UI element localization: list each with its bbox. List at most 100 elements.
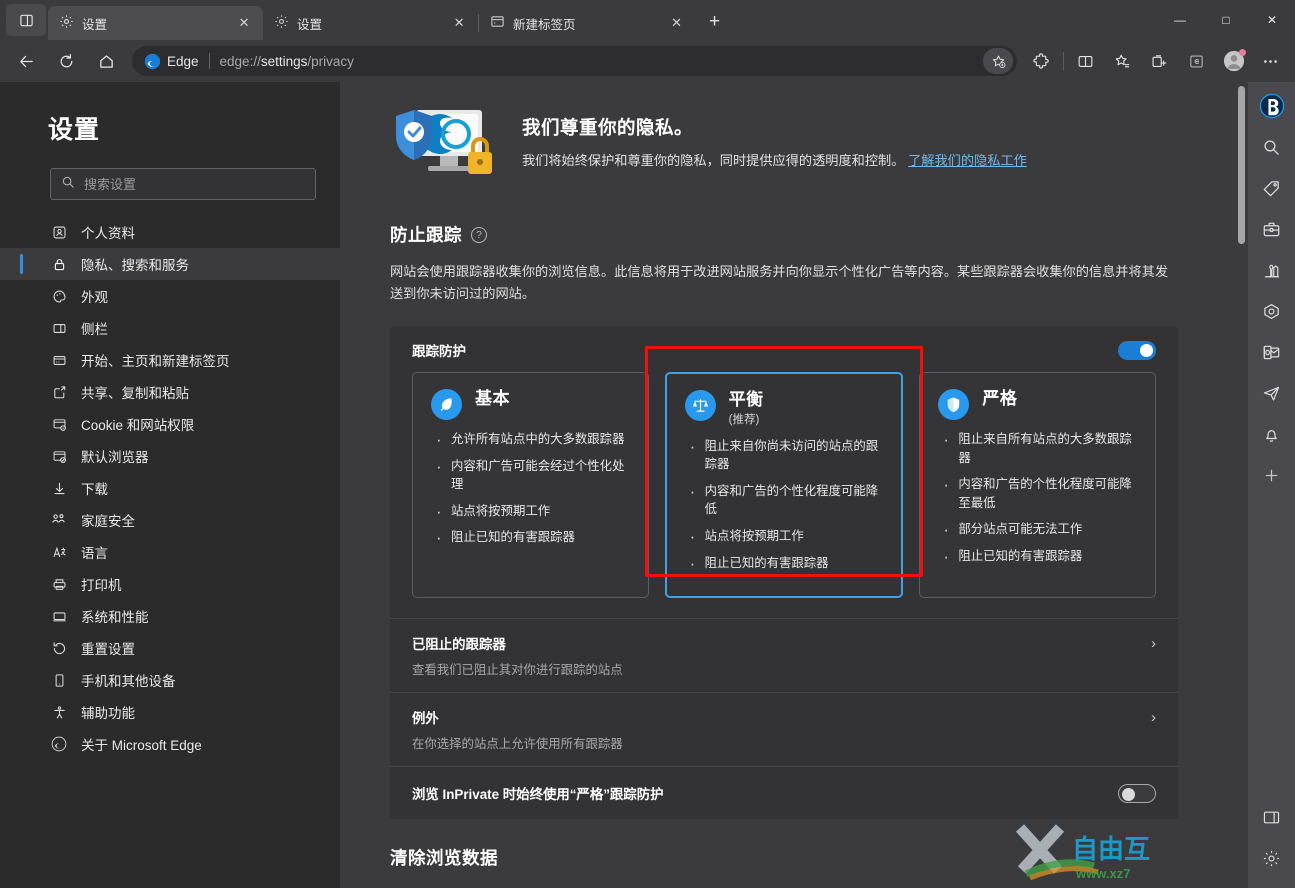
sidebar-item-printers[interactable]: 打印机	[0, 568, 340, 600]
split-screen-icon[interactable]	[1069, 45, 1102, 77]
url-text: edge://settings/privacy	[219, 53, 354, 69]
option-bullet: 阻止已知的有害跟踪器	[685, 551, 886, 576]
scrollbar-thumb[interactable]	[1238, 86, 1245, 244]
sidebar-item-system-performance[interactable]: 系统和性能	[0, 600, 340, 632]
games-icon[interactable]	[1254, 252, 1290, 288]
outlook-icon[interactable]	[1254, 334, 1290, 370]
tab-bar: 设置 ✕ 设置 ✕ 新建标签页 ✕ + — □ ✕	[0, 0, 1295, 40]
sidebar-item-label: 默认浏览器	[81, 450, 149, 465]
sidebar-item-share-copy-paste[interactable]: 共享、复制和粘贴	[0, 376, 340, 408]
sidebar-icon	[50, 319, 68, 337]
sidebar-item-languages[interactable]: 语言	[0, 536, 340, 568]
sidebar-item-cookies-site-permissions[interactable]: Cookie 和网站权限	[0, 408, 340, 440]
cookie-icon	[50, 415, 68, 433]
tracking-protection-toggle[interactable]	[1118, 340, 1156, 360]
sidebar-item-reset-settings[interactable]: 重置设置	[0, 632, 340, 664]
tools-icon[interactable]	[1254, 211, 1290, 247]
search-input[interactable]	[84, 176, 305, 192]
page-title: 设置	[48, 116, 101, 144]
feather-icon	[431, 389, 462, 421]
scales-icon	[684, 390, 716, 422]
back-button[interactable]	[9, 45, 43, 77]
shopping-tag-icon[interactable]	[1254, 170, 1290, 206]
sidebar-item-start-home-newtab[interactable]: 开始、主页和新建标签页	[0, 344, 340, 376]
tracking-prevention-title: 防止跟踪	[390, 225, 462, 245]
browser-essentials-icon[interactable]	[1180, 45, 1213, 77]
exceptions-row[interactable]: 例外 在你选择的站点上允许使用所有跟踪器 ›	[390, 692, 1178, 766]
refresh-button[interactable]	[49, 45, 83, 77]
tab-close-button[interactable]: ✕	[233, 12, 255, 34]
more-options-icon[interactable]	[1254, 45, 1287, 77]
lock-icon	[50, 255, 68, 273]
content-scrollbar[interactable]	[1234, 82, 1248, 888]
tracking-option-basic[interactable]: 基本 允许所有站点中的大多数跟踪器 内容和广告可能会经过个性化处理 站点将按预期…	[412, 372, 649, 599]
profile-avatar[interactable]	[1217, 45, 1250, 77]
sidebar-item-downloads[interactable]: 下载	[0, 472, 340, 504]
tab-title: 新建标签页	[513, 17, 576, 32]
blocked-trackers-subtitle: 查看我们已阻止其对你进行跟踪的站点	[412, 663, 623, 678]
sidebar-item-family-safety[interactable]: 家庭安全	[0, 504, 340, 536]
printer-icon	[50, 575, 68, 593]
search-icon[interactable]	[1254, 129, 1290, 165]
inprivate-strict-toggle[interactable]	[1118, 783, 1156, 803]
sidebar-item-label: 打印机	[81, 578, 122, 593]
tab-new-tab-page[interactable]: 新建标签页 ✕	[479, 6, 696, 40]
sidebar-panel-icon[interactable]	[1254, 799, 1290, 835]
privacy-illustration	[390, 104, 500, 188]
tracking-option-strict[interactable]: 严格 阻止来自所有站点的大多数跟踪器 内容和广告的个性化程度可能降至最低 部分站…	[919, 372, 1157, 599]
privacy-learn-more-link[interactable]: 了解我们的隐私工作	[908, 153, 1027, 168]
blocked-trackers-title: 已阻止的跟踪器	[412, 637, 506, 653]
tab-close-button[interactable]: ✕	[666, 12, 688, 34]
tab-actions-button[interactable]	[6, 4, 46, 36]
profile-icon	[50, 223, 68, 241]
tab-settings-1[interactable]: 设置 ✕	[48, 6, 264, 40]
minimize-button[interactable]: —	[1157, 0, 1203, 40]
tracking-protection-label: 跟踪防护	[412, 344, 466, 360]
sidebar-item-label: 辅助功能	[81, 706, 135, 721]
blocked-trackers-row[interactable]: 已阻止的跟踪器 查看我们已阻止其对你进行跟踪的站点 ›	[390, 618, 1178, 692]
tracking-prevention-panel: 跟踪防护 基本 · 允许所有站点中的大多数跟踪器 · 内容和广告可能会经过个性化…	[390, 326, 1178, 820]
share-icon	[50, 383, 68, 401]
sidebar-item-accessibility[interactable]: 辅助功能	[0, 696, 340, 728]
sidebar-item-privacy-search-services[interactable]: 隐私、搜索和服务	[0, 248, 340, 280]
profile-notification-dot	[1239, 49, 1246, 56]
help-icon[interactable]: ?	[471, 226, 487, 243]
favorites-icon[interactable]	[1106, 45, 1139, 77]
sidebar-item-sidebar[interactable]: 侧栏	[0, 312, 340, 344]
collections-icon[interactable]	[1143, 45, 1176, 77]
sidebar-item-label: 关于 Microsoft Edge	[81, 738, 202, 753]
add-icon[interactable]	[1254, 457, 1290, 493]
close-window-button[interactable]: ✕	[1249, 0, 1295, 40]
option-bullets: 阻止来自你尚未访问的站点的跟踪器 内容和广告的个性化程度可能降低 站点将按预期工…	[685, 434, 886, 576]
option-bullet: 内容和广告可能会经过个性化处理	[431, 454, 632, 494]
add-favorite-button[interactable]	[983, 48, 1013, 74]
sidebar-item-label: 开始、主页和新建标签页	[81, 354, 230, 369]
home-button[interactable]	[89, 45, 123, 77]
sidebar-item-phone-other-devices[interactable]: 手机和其他设备	[0, 664, 340, 696]
sidebar-item-default-browser[interactable]: 默认浏览器	[0, 440, 340, 472]
edge-logo-icon	[144, 53, 161, 69]
extensions-icon[interactable]	[1025, 45, 1058, 77]
tab-close-button[interactable]: ✕	[448, 12, 470, 34]
drop-icon[interactable]	[1254, 293, 1290, 329]
sidebar-item-profile[interactable]: 个人资料	[0, 216, 340, 248]
bell-icon[interactable]	[1254, 416, 1290, 452]
search-settings-box[interactable]	[50, 168, 316, 200]
option-header: 平衡 (推荐)	[684, 390, 886, 427]
settings-gear-icon[interactable]	[1254, 840, 1290, 876]
gear-icon	[59, 14, 74, 32]
clear-browsing-data-title: 清除浏览数据	[390, 848, 498, 869]
tracking-option-balanced[interactable]: 平衡 (推荐) 阻止来自你尚未访问的站点的跟踪器 内容和广告的个性化程度可能降低…	[664, 372, 904, 599]
tracking-protection-row: 跟踪防护	[390, 326, 1178, 372]
language-icon	[50, 543, 68, 561]
shield-icon	[938, 389, 970, 421]
send-icon[interactable]	[1254, 375, 1290, 411]
copilot-icon[interactable]	[1254, 88, 1290, 124]
maximize-button[interactable]: □	[1203, 0, 1249, 40]
tab-settings-2[interactable]: 设置 ✕	[263, 6, 478, 40]
sidebar-item-about-microsoft-edge[interactable]: 关于 Microsoft Edge	[0, 728, 340, 760]
address-bar[interactable]: Edge edge://settings/privacy	[132, 46, 1017, 76]
new-tab-button[interactable]: +	[700, 7, 730, 37]
sidebar-item-appearance[interactable]: 外观	[0, 280, 340, 312]
sidebar-item-label: 家庭安全	[81, 514, 135, 529]
